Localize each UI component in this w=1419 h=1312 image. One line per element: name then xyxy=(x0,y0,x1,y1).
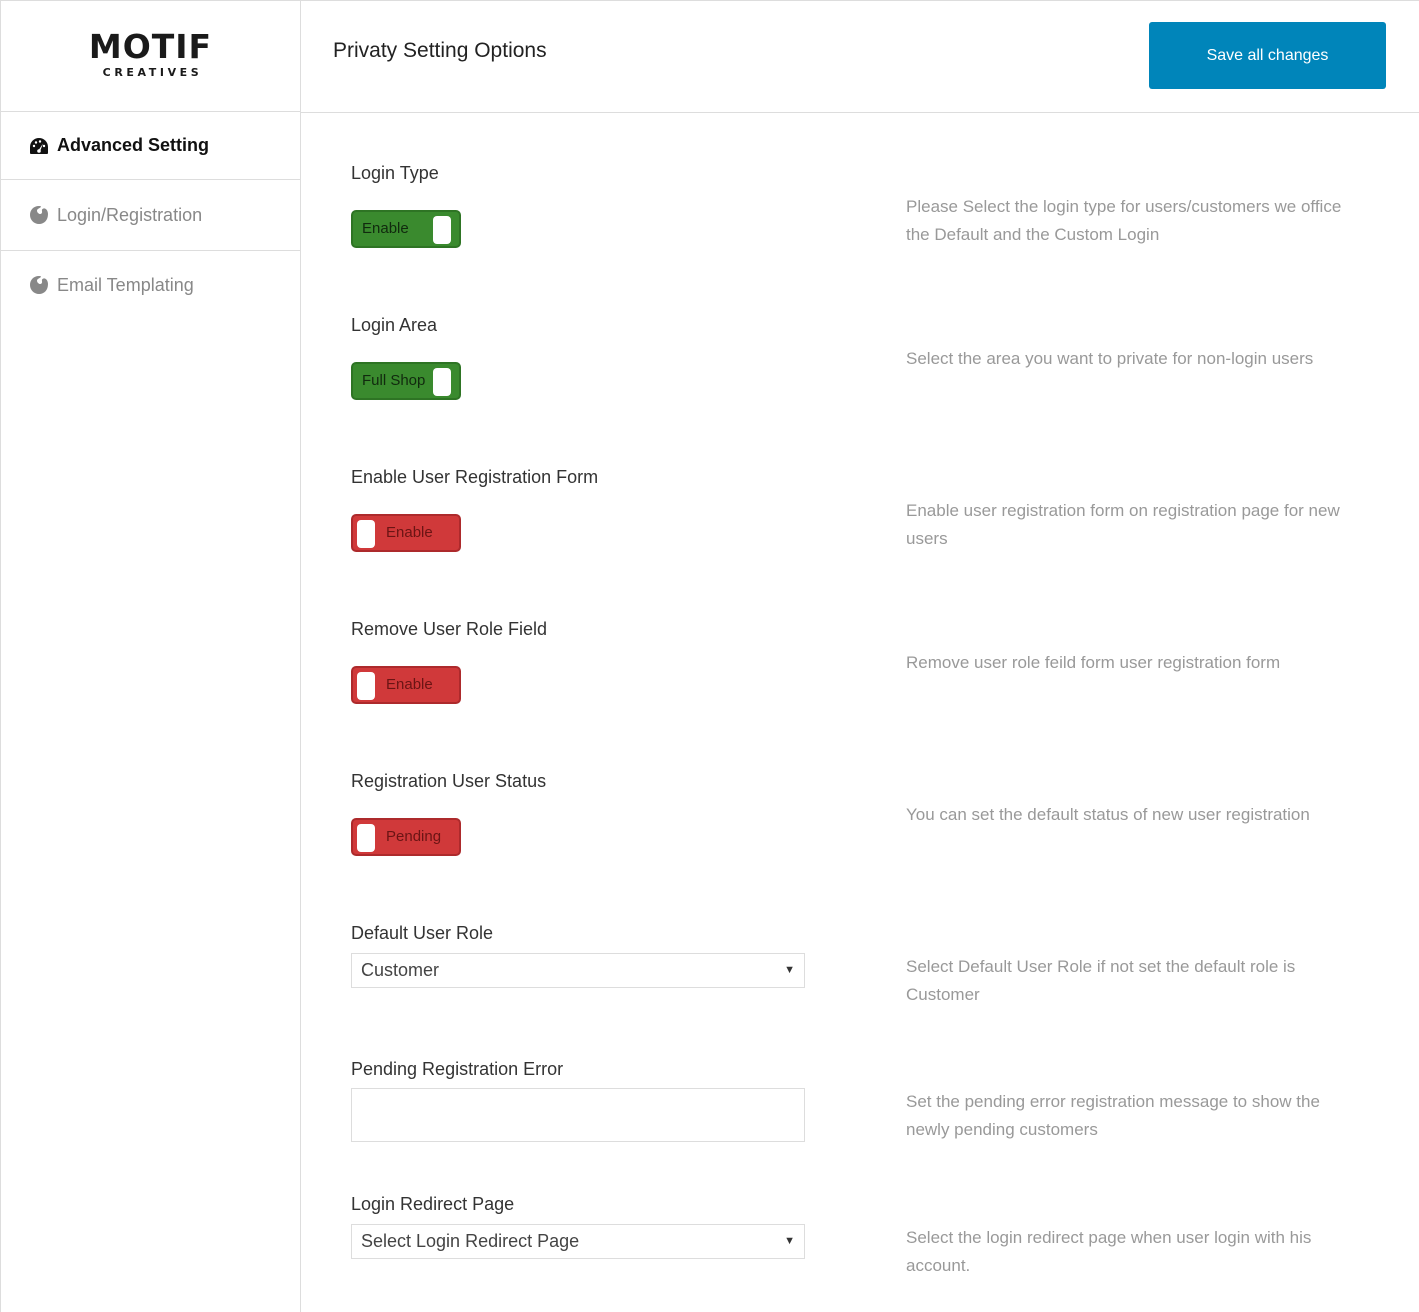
toggle-knob xyxy=(357,672,375,700)
pending-error-input[interactable] xyxy=(351,1088,805,1142)
setting-description: Remove user role feild form user registr… xyxy=(906,653,1281,672)
caret-down-icon: ▼ xyxy=(784,964,795,976)
toggle-knob xyxy=(357,824,375,852)
select-value: Select Login Redirect Page xyxy=(361,1231,580,1251)
default-role-select[interactable]: Customer ▼ xyxy=(351,953,805,988)
setting-description: Set the pending error registration messa… xyxy=(906,1092,1320,1139)
setting-label: Login Type xyxy=(351,163,439,183)
toggle-label: Full Shop xyxy=(362,372,426,389)
setting-description: Select Default User Role if not set the … xyxy=(906,957,1296,1004)
select-value: Customer xyxy=(361,960,440,980)
setting-description: Select the login redirect page when user… xyxy=(906,1228,1312,1275)
sidebar-item-label: Login/Registration xyxy=(57,204,203,225)
toggle-label: Pending xyxy=(386,828,442,845)
sidebar-item-advanced-setting[interactable]: Advanced Setting xyxy=(1,112,300,180)
setting-label: Pending Registration Error xyxy=(351,1059,564,1079)
setting-label: Enable User Registration Form xyxy=(351,467,599,487)
setting-description: Select the area you want to private for … xyxy=(906,349,1314,368)
remove-role-field-toggle[interactable]: Enable xyxy=(351,666,461,704)
dashboard-gauge-icon xyxy=(29,136,49,156)
palette-icon xyxy=(29,205,49,225)
logo-main-text: MOTIF xyxy=(88,26,213,66)
setting-label: Default User Role xyxy=(351,923,494,943)
sidebar-item-label: Email Templating xyxy=(57,274,194,295)
setting-description: You can set the default status of new us… xyxy=(906,805,1310,824)
toggle-label: Enable xyxy=(386,676,433,693)
redirect-page-select[interactable]: Select Login Redirect Page ▼ xyxy=(351,1224,805,1259)
setting-label: Login Redirect Page xyxy=(351,1194,515,1214)
header: Privaty Setting Options Save all changes xyxy=(301,1,1419,113)
registration-status-toggle[interactable]: Pending xyxy=(351,818,461,856)
login-type-toggle[interactable]: Enable xyxy=(351,210,461,248)
logo: MOTIF CREATIVES xyxy=(1,1,300,112)
palette-icon xyxy=(29,275,49,295)
setting-description: Enable user registration form on registr… xyxy=(906,501,1340,548)
logo-sub-text: CREATIVES xyxy=(102,65,203,79)
save-all-changes-button[interactable]: Save all changes xyxy=(1149,22,1386,89)
page-title: Privaty Setting Options xyxy=(333,39,547,62)
toggle-label: Enable xyxy=(362,220,409,237)
enable-registration-toggle[interactable]: Enable xyxy=(351,514,461,552)
sidebar-item-label: Advanced Setting xyxy=(57,135,210,155)
sidebar-item-email-templating[interactable]: Email Templating xyxy=(1,251,300,319)
toggle-knob xyxy=(357,520,375,548)
sidebar-item-login-registration[interactable]: Login/Registration xyxy=(1,180,300,251)
toggle-label: Enable xyxy=(386,524,433,541)
login-area-toggle[interactable]: Full Shop xyxy=(351,362,461,400)
setting-label: Login Area xyxy=(351,315,438,335)
setting-description: Please Select the login type for users/c… xyxy=(906,197,1342,244)
setting-label: Registration User Status xyxy=(351,771,547,791)
toggle-knob xyxy=(433,216,451,244)
caret-down-icon: ▼ xyxy=(784,1235,795,1247)
sidebar: MOTIF CREATIVES Advanced Setting Login/R… xyxy=(1,1,301,1312)
setting-label: Remove User Role Field xyxy=(351,619,548,639)
toggle-knob xyxy=(433,368,451,396)
